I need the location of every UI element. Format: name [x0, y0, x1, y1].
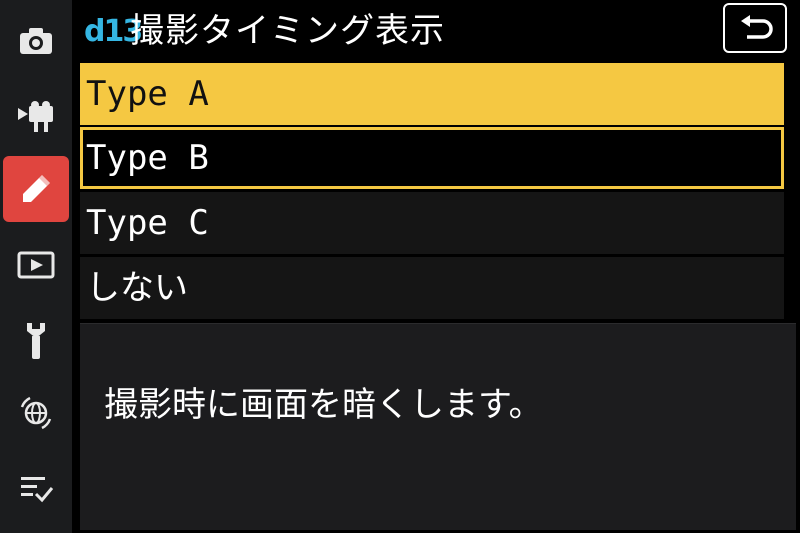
- back-arrow-icon: [741, 15, 773, 39]
- wrench-icon: [27, 323, 45, 359]
- playback-icon: [17, 251, 55, 279]
- menu-header: d13 撮影タイミング表示: [80, 0, 800, 60]
- sidebar-item-movie-shooting[interactable]: [3, 84, 69, 150]
- option-type-c[interactable]: Type C: [80, 192, 784, 254]
- help-description-panel: 撮影時に画面を暗くします。: [80, 323, 796, 530]
- my-menu-icon: [21, 477, 54, 503]
- sidebar-item-my-menu[interactable]: [3, 456, 69, 522]
- option-type-a[interactable]: Type A: [80, 63, 784, 125]
- help-description-text: 撮影時に画面を暗くします。: [104, 385, 543, 425]
- back-button[interactable]: [723, 3, 787, 53]
- option-type-b[interactable]: Type B: [80, 127, 784, 189]
- network-icon: [20, 396, 52, 430]
- movie-camera-icon: [18, 101, 53, 132]
- sidebar: [0, 0, 72, 533]
- sidebar-item-network[interactable]: [3, 380, 69, 446]
- page-title: 撮影タイミング表示: [130, 11, 445, 51]
- option-off[interactable]: しない: [80, 257, 784, 319]
- sidebar-item-custom-settings[interactable]: [3, 156, 69, 222]
- sidebar-item-photo-shooting[interactable]: [3, 8, 69, 74]
- camera-icon: [20, 28, 52, 54]
- sidebar-item-setup[interactable]: [3, 308, 69, 374]
- pencil-icon: [23, 175, 50, 202]
- sidebar-item-playback[interactable]: [3, 232, 69, 298]
